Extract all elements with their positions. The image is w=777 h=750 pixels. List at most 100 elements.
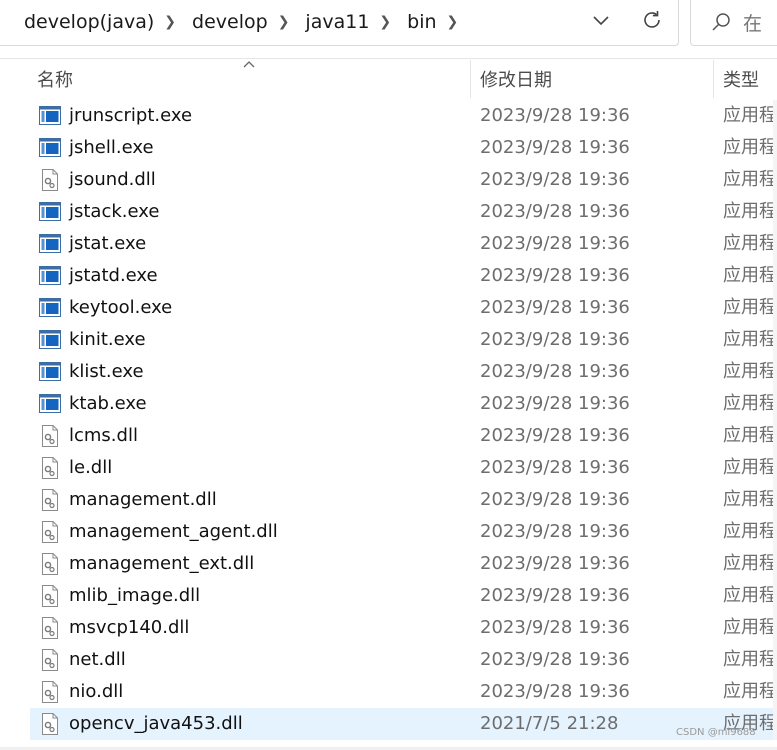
column-divider[interactable] [470, 60, 471, 98]
file-row[interactable]: jshell.exe 2023/9/28 19:36 应用程序 [30, 132, 777, 164]
file-row[interactable]: management_agent.dll 2023/9/28 19:36 应用程序扩… [30, 516, 777, 548]
exe-icon [39, 105, 61, 127]
exe-icon [39, 137, 61, 159]
column-name-header[interactable]: 名称 [37, 58, 73, 100]
exe-icon [39, 361, 61, 383]
file-name[interactable]: management.dll [69, 484, 217, 516]
file-modified-date: 2023/9/28 19:36 [480, 649, 630, 670]
file-row[interactable]: msvcp140.dll 2023/9/28 19:36 应用程序扩展 [30, 612, 777, 644]
file-type: 应用程序扩展 [723, 457, 777, 478]
file-modified-date: 2023/9/28 19:36 [480, 265, 630, 286]
file-modified-date: 2023/9/28 19:36 [480, 201, 630, 222]
file-modified-date: 2021/7/5 21:28 [480, 713, 619, 734]
file-name[interactable]: net.dll [69, 644, 126, 676]
file-name[interactable]: lcms.dll [69, 420, 138, 452]
file-row[interactable]: jstat.exe 2023/9/28 19:36 应用程序 [30, 228, 777, 260]
file-modified-date: 2023/9/28 19:36 [480, 169, 630, 190]
file-name[interactable]: le.dll [69, 452, 112, 484]
file-row[interactable]: keytool.exe 2023/9/28 19:36 应用程序 [30, 292, 777, 324]
breadcrumb[interactable]: develop(java) ❯ develop ❯ java11 ❯ bin ❯ [0, 0, 679, 46]
file-type: 应用程序扩展 [723, 169, 777, 190]
search-icon [712, 13, 730, 31]
column-divider[interactable] [713, 60, 714, 98]
breadcrumb-item-develop[interactable]: develop [192, 11, 268, 33]
file-type: 应用程序扩展 [723, 553, 777, 574]
file-name[interactable]: ktab.exe [69, 388, 147, 420]
breadcrumb-item-java11[interactable]: java11 [305, 11, 369, 33]
file-type: 应用程序扩展 [723, 521, 777, 542]
chevron-right-icon[interactable]: ❯ [278, 14, 290, 30]
file-row[interactable]: le.dll 2023/9/28 19:36 应用程序扩展 [30, 452, 777, 484]
file-row[interactable]: jstatd.exe 2023/9/28 19:36 应用程序 [30, 260, 777, 292]
file-name[interactable]: mlib_image.dll [69, 580, 200, 612]
file-modified-date: 2023/9/28 19:36 [480, 585, 630, 606]
breadcrumb-item-bin[interactable]: bin [407, 11, 436, 33]
file-modified-date: 2023/9/28 19:36 [480, 393, 630, 414]
file-row[interactable]: jrunscript.exe 2023/9/28 19:36 应用程序 [30, 100, 777, 132]
file-name[interactable]: jstat.exe [69, 228, 146, 260]
dll-icon [39, 489, 61, 511]
file-type: 应用程序扩展 [723, 649, 777, 670]
file-name[interactable]: kinit.exe [69, 324, 146, 356]
file-name[interactable]: opencv_java453.dll [69, 708, 243, 740]
file-row[interactable]: lcms.dll 2023/9/28 19:36 应用程序扩展 [30, 420, 777, 452]
file-row[interactable]: management_ext.dll 2023/9/28 19:36 应用程序扩展 [30, 548, 777, 580]
file-row[interactable]: net.dll 2023/9/28 19:36 应用程序扩展 [30, 644, 777, 676]
file-row[interactable]: klist.exe 2023/9/28 19:36 应用程序 [30, 356, 777, 388]
refresh-icon[interactable] [637, 6, 667, 34]
chevron-right-icon[interactable]: ❯ [379, 14, 391, 30]
chevron-right-icon[interactable]: ❯ [164, 14, 176, 30]
file-modified-date: 2023/9/28 19:36 [480, 425, 630, 446]
file-row[interactable]: kinit.exe 2023/9/28 19:36 应用程序 [30, 324, 777, 356]
file-row[interactable]: nio.dll 2023/9/28 19:36 应用程序扩展 [30, 676, 777, 708]
chevron-right-icon[interactable]: ❯ [447, 14, 459, 30]
dll-icon [39, 713, 61, 735]
file-modified-date: 2023/9/28 19:36 [480, 489, 630, 510]
file-modified-date: 2023/9/28 19:36 [480, 137, 630, 158]
chevron-down-icon[interactable] [588, 12, 614, 30]
file-row[interactable]: ktab.exe 2023/9/28 19:36 应用程序 [30, 388, 777, 420]
file-row[interactable]: jstack.exe 2023/9/28 19:36 应用程序 [30, 196, 777, 228]
file-name[interactable]: nio.dll [69, 676, 123, 708]
file-modified-date: 2023/9/28 19:36 [480, 617, 630, 638]
file-modified-date: 2023/9/28 19:36 [480, 521, 630, 542]
file-type: 应用程序 [723, 105, 777, 126]
file-name[interactable]: jshell.exe [69, 132, 154, 164]
breadcrumb-item-develop-java[interactable]: develop(java) [24, 11, 154, 33]
dll-icon [39, 617, 61, 639]
file-type: 应用程序 [723, 201, 777, 222]
file-name[interactable]: jstatd.exe [69, 260, 158, 292]
file-name[interactable]: jsound.dll [69, 164, 156, 196]
file-modified-date: 2023/9/28 19:36 [480, 553, 630, 574]
file-name[interactable]: klist.exe [69, 356, 144, 388]
column-header: 名称 修改日期 类型 [0, 58, 777, 100]
file-modified-date: 2023/9/28 19:36 [480, 681, 630, 702]
file-row[interactable]: mlib_image.dll 2023/9/28 19:36 应用程序扩展 [30, 580, 777, 612]
exe-icon [39, 297, 61, 319]
file-type: 应用程序 [723, 265, 777, 286]
file-type: 应用程序扩展 [723, 425, 777, 446]
file-name[interactable]: jrunscript.exe [69, 100, 192, 132]
dll-icon [39, 169, 61, 191]
file-name[interactable]: jstack.exe [69, 196, 159, 228]
file-type: 应用程序扩展 [723, 585, 777, 606]
column-date-header[interactable]: 修改日期 [480, 58, 552, 100]
file-name[interactable]: management_agent.dll [69, 516, 278, 548]
search-placeholder: 在 [743, 12, 763, 35]
watermark: CSDN @mi9688 [676, 727, 756, 738]
file-row-selected[interactable]: opencv_java453.dll2021/7/5 21:28应用程序扩展 [30, 708, 777, 740]
vertical-scrollbar[interactable] [773, 100, 777, 740]
file-modified-date: 2023/9/28 19:36 [480, 329, 630, 350]
file-name[interactable]: msvcp140.dll [69, 612, 189, 644]
column-type-header[interactable]: 类型 [723, 58, 759, 100]
file-row[interactable]: management.dll 2023/9/28 19:36 应用程序扩展 [30, 484, 777, 516]
file-name[interactable]: management_ext.dll [69, 548, 254, 580]
file-row[interactable]: jsound.dll 2023/9/28 19:36 应用程序扩展 [30, 164, 777, 196]
file-name[interactable]: keytool.exe [69, 292, 172, 324]
search-input[interactable]: 在 [690, 0, 777, 46]
file-type: 应用程序 [723, 297, 777, 318]
sort-ascending-icon [243, 61, 255, 68]
file-modified-date: 2023/9/28 19:36 [480, 361, 630, 382]
file-modified-date: 2023/9/28 19:36 [480, 233, 630, 254]
dll-icon [39, 425, 61, 447]
